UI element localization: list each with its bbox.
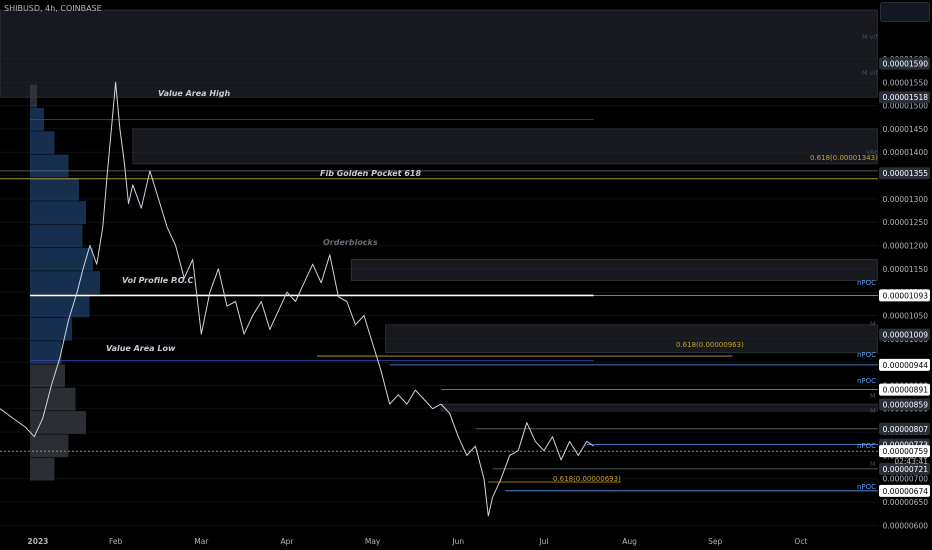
m-label: M [870,460,876,468]
price-tick-label: 0.00001200 [883,242,929,251]
volume-bar [29,387,76,411]
price-tag-label: 0.00000759 [883,447,929,456]
price-tag-label: 0.00001590 [883,60,929,69]
volume-bar [29,154,69,178]
countdown-label: 02:43:41 [894,457,928,466]
price-tick-label: 0.00001550 [883,78,929,87]
time-tick-label: 2023 [28,537,49,546]
npoc-label: nPOC [857,279,876,287]
volume-bar [29,317,72,341]
value-area-high-label: Value Area High [158,89,231,98]
price-tag-label: 0.00001355 [883,169,929,178]
value-area-low-label: Value Area Low [106,344,176,353]
price-tag-label: 0.00001518 [883,93,929,102]
price-tag-label: 0.00000807 [883,425,929,434]
price-tag-label: 0.00000674 [883,487,929,496]
zone-rect [440,403,879,412]
fib-label-963: 0.618(0.00000963) [676,341,744,349]
price-tag-label: 0.00000944 [883,361,929,370]
price-tick-label: 0.00001050 [883,311,929,320]
price-tag-label: 0.00000859 [883,401,929,410]
zone-rect [0,9,879,98]
volume-profile [29,84,100,481]
volume-bar [29,364,65,388]
time-tick-label: Sep [708,537,722,546]
volume-bar [29,177,79,201]
zone-rect [350,259,879,281]
time-tick-label: Feb [109,537,123,546]
npoc-label: nPOC [857,377,876,385]
npoc-label: nPOC [857,351,876,359]
time-axis-bg [0,532,878,550]
m-label: M [870,320,876,328]
volume-bar [29,84,37,108]
symbol-title: SHIBUSD, 4h, COINBASE [4,4,102,13]
price-tag-label: 0.00000891 [883,386,929,395]
volume-bar [29,434,69,458]
volume-bar [29,457,55,481]
m-label: M [870,407,876,415]
chart-settings-button[interactable] [880,2,930,22]
time-tick-label: Jul [538,537,548,546]
fib-golden-pocket-label: Fib Golden Pocket 618 [320,169,421,178]
fib-label-693: 0.618(0.00000693) [553,475,621,483]
volume-bar [29,131,55,155]
time-tick-label: Jun [451,537,464,546]
price-tick-label: 0.00001450 [883,125,929,134]
fib-label-1343: 0.618(0.00001343) [810,154,878,162]
vol-profile-poc-label: Vol Profile P.O.C [122,276,193,285]
price-tick-label: 0.00001400 [883,148,929,157]
price-tag-label: 0.00000721 [883,465,929,474]
price-tick-label: 0.00001300 [883,195,929,204]
price-tick-label: 0.00000600 [883,521,929,530]
zone-rect [385,324,879,354]
time-axis[interactable]: 2023 Feb Mar Apr May Jun Jul Aug Sep Oct [0,532,878,550]
volume-bar [29,411,86,434]
time-tick-label: Oct [794,537,807,546]
volume-bar [29,201,86,225]
time-tick-label: Apr [280,537,294,546]
volume-bar [29,294,90,318]
price-tag-label: 0.00001093 [883,291,929,300]
orderblocks-label: Orderblocks [323,238,378,247]
time-tick-label: Mar [194,537,209,546]
price-tick-label: 0.00000650 [883,498,929,507]
volume-bar [29,271,100,294]
price-tag-label: 0.00001009 [883,331,929,340]
price-tick-label: 0.00000700 [883,475,929,484]
price-tick-label: 0.00001150 [883,265,929,274]
zone-rect [132,128,879,165]
npoc-label: nPOC [857,442,876,450]
volume-bar [29,224,83,248]
npoc-label: nPOC [857,483,876,491]
price-chart[interactable]: Value Area High Fib Golden Pocket 618 Or… [0,0,932,550]
m-label: M [870,392,876,400]
time-tick-label: May [365,537,381,546]
price-tick-label: 0.00001250 [883,218,929,227]
time-tick-label: Aug [622,537,637,546]
